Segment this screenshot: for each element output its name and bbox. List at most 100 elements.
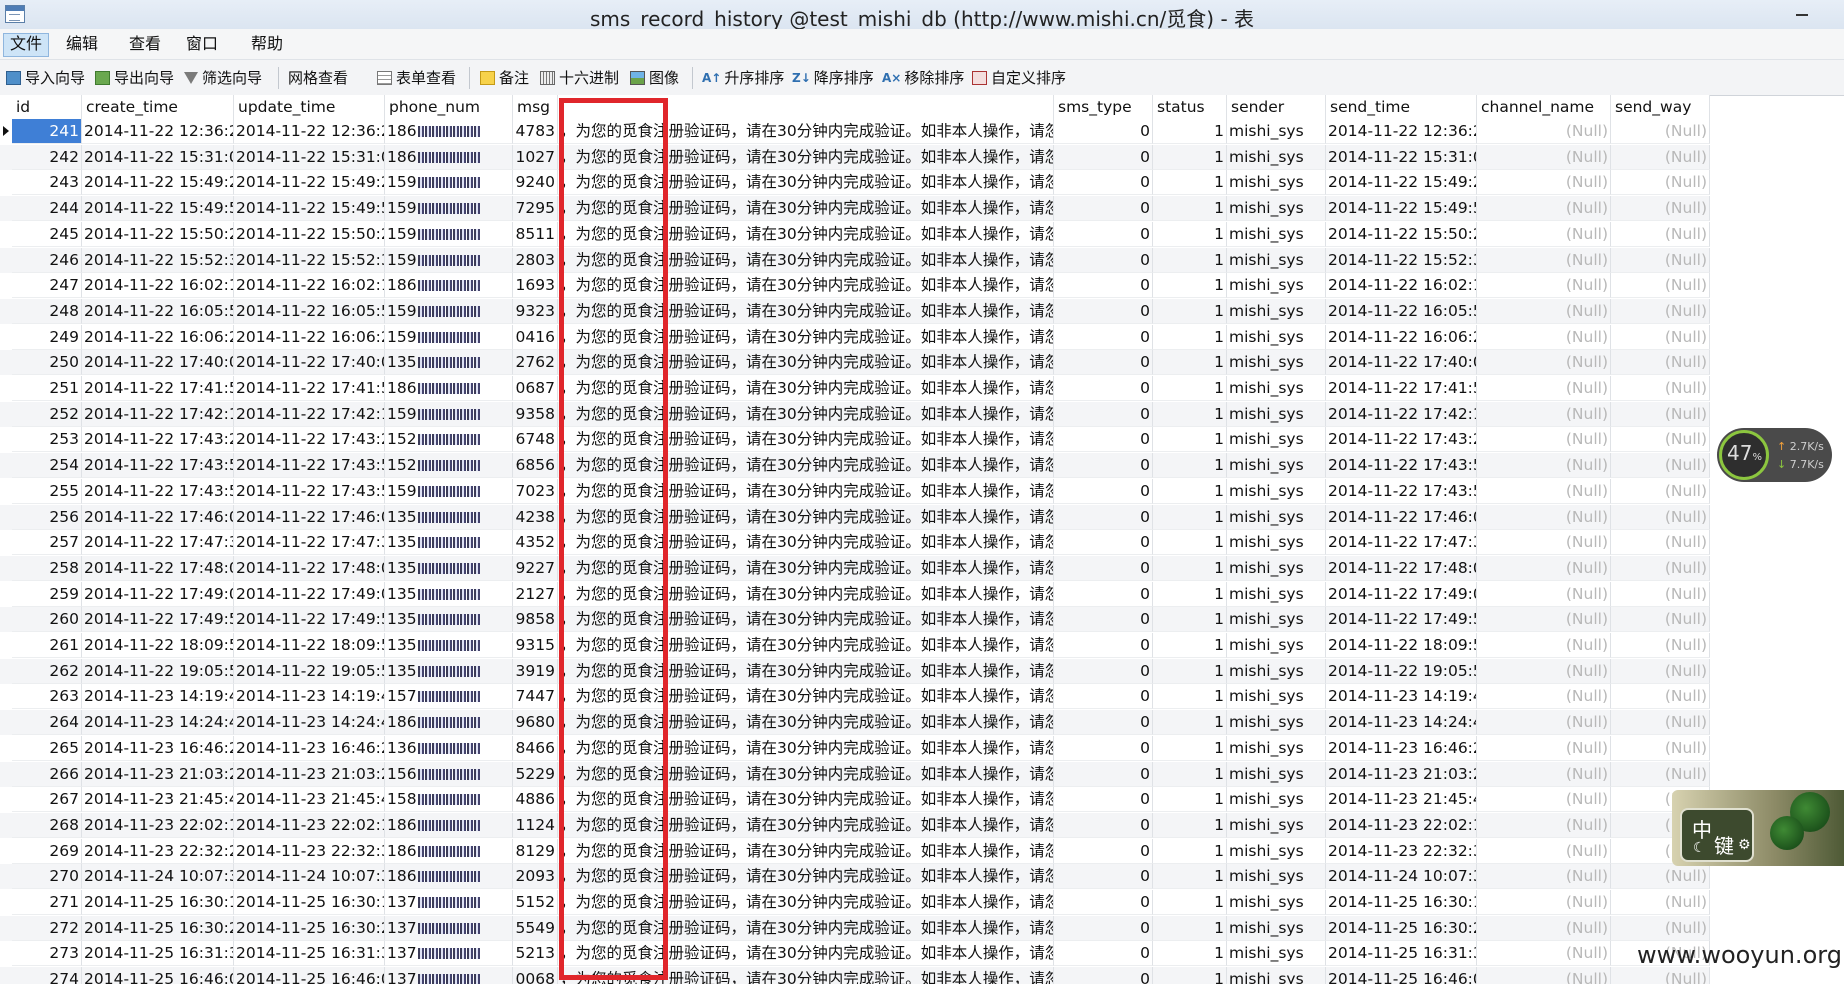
cell-send-time[interactable]: 2014-11-22 17:43:58 [1326, 453, 1477, 479]
cell-send-way[interactable]: (Null) [1611, 761, 1710, 787]
cell-create-time[interactable]: 2014-11-22 17:47:31 [82, 530, 234, 556]
table-row[interactable]: 250 2014-11-22 17:40:07 2014-11-22 17:40:0… [0, 350, 1710, 376]
cell-send-way[interactable]: (Null) [1611, 710, 1710, 736]
cell-send-way[interactable]: (Null) [1611, 144, 1710, 170]
cell-sms-type[interactable]: 0 [1054, 967, 1153, 984]
cell-sender[interactable]: mishi_sys [1227, 787, 1326, 813]
cell-msg-text[interactable]: ，为您的觅食注册验证码，请在30分钟内完成验证。如非本人操作，请忽略 [558, 324, 1054, 350]
cell-id[interactable]: 256 [12, 504, 82, 530]
cell-send-way[interactable]: (Null) [1611, 170, 1710, 196]
cell-channel-name[interactable]: (Null) [1477, 890, 1611, 915]
cell-create-time[interactable]: 2014-11-23 16:46:26 [82, 735, 234, 761]
cell-update-time[interactable]: 2014-11-22 15:49:52 [234, 196, 385, 222]
cell-sms-type[interactable]: 0 [1054, 890, 1153, 915]
cell-send-time[interactable]: 2014-11-22 17:47:31 [1326, 530, 1477, 556]
cell-status[interactable]: 1 [1153, 298, 1227, 324]
cell-sms-type[interactable]: 0 [1054, 787, 1153, 813]
cell-channel-name[interactable]: (Null) [1477, 864, 1611, 890]
cell-msg-text[interactable]: ，为您的觅食注册验证码，请在30分钟内完成验证。如非本人操作，请忽略 [558, 555, 1054, 581]
cell-send-time[interactable]: 2014-11-23 14:24:45 [1326, 710, 1477, 736]
cell-msg-text[interactable]: ，为您的觅食注册验证码，请在30分钟内完成验证。如非本人操作，请忽略 [558, 530, 1054, 556]
cell-msg-text[interactable]: ，为您的觅食注册验证码，请在30分钟内完成验证。如非本人操作，请忽略 [558, 967, 1054, 984]
cell-create-time[interactable]: 2014-11-24 10:07:30 [82, 864, 234, 890]
cell-phone-num[interactable]: 156 [385, 761, 513, 787]
cell-status[interactable]: 1 [1153, 530, 1227, 556]
cell-send-time[interactable]: 2014-11-23 22:32:30 [1326, 838, 1477, 864]
cell-sender[interactable]: mishi_sys [1227, 119, 1326, 144]
cell-msg-text[interactable]: ，为您的觅食注册验证码，请在30分钟内完成验证。如非本人操作，请忽略 [558, 890, 1054, 915]
cell-phone-num[interactable]: 186 [385, 376, 513, 401]
cell-msg-text[interactable]: ，为您的觅食注册验证码，请在30分钟内完成验证。如非本人操作，请忽略 [558, 478, 1054, 504]
row-indicator[interactable] [0, 607, 12, 632]
cell-update-time[interactable]: 2014-11-22 15:31:01 [234, 144, 385, 170]
cell-sms-type[interactable]: 0 [1054, 864, 1153, 890]
row-indicator[interactable] [0, 633, 12, 658]
cell-send-way[interactable]: (Null) [1611, 684, 1710, 710]
image-button[interactable]: 图像 [630, 68, 679, 88]
row-indicator[interactable] [0, 505, 12, 530]
cell-msg-code[interactable]: 7295 [513, 196, 558, 222]
cell-send-way[interactable]: (Null) [1611, 324, 1710, 350]
cell-phone-num[interactable]: 159 [385, 247, 513, 273]
cell-sms-type[interactable]: 0 [1054, 812, 1153, 838]
table-row[interactable]: 252 2014-11-22 17:42:18 2014-11-22 17:42:1… [0, 401, 1710, 427]
cell-status[interactable]: 1 [1153, 658, 1227, 684]
cell-create-time[interactable]: 2014-11-22 17:49:53 [82, 607, 234, 633]
cell-msg-text[interactable]: ，为您的觅食注册验证码，请在30分钟内完成验证。如非本人操作，请忽略 [558, 170, 1054, 196]
cell-update-time[interactable]: 2014-11-22 17:46:04 [234, 504, 385, 530]
cell-send-way[interactable]: (Null) [1611, 221, 1710, 247]
cell-create-time[interactable]: 2014-11-22 16:02:11 [82, 273, 234, 299]
cell-create-time[interactable]: 2014-11-22 17:41:50 [82, 376, 234, 401]
cell-status[interactable]: 1 [1153, 838, 1227, 864]
cell-channel-name[interactable]: (Null) [1477, 607, 1611, 633]
cell-send-time[interactable]: 2014-11-23 14:19:42 [1326, 684, 1477, 710]
cell-sms-type[interactable]: 0 [1054, 170, 1153, 196]
cell-sender[interactable]: mishi_sys [1227, 967, 1326, 984]
cell-channel-name[interactable]: (Null) [1477, 812, 1611, 838]
cell-send-way[interactable]: (Null) [1611, 376, 1710, 401]
cell-send-time[interactable]: 2014-11-25 16:46:07 [1326, 967, 1477, 984]
cell-send-way[interactable]: (Null) [1611, 504, 1710, 530]
cell-id[interactable]: 254 [12, 453, 82, 479]
cell-update-time[interactable]: 2014-11-22 16:02:11 [234, 273, 385, 299]
cell-id[interactable]: 246 [12, 247, 82, 273]
column-header-phone-num[interactable]: phone_num [385, 95, 513, 119]
cell-id[interactable]: 249 [12, 324, 82, 350]
cell-id[interactable]: 274 [12, 967, 82, 984]
cell-msg-code[interactable]: 4783 [513, 119, 558, 144]
cell-msg-text[interactable]: ，为您的觅食注册验证码，请在30分钟内完成验证。如非本人操作，请忽略 [558, 298, 1054, 324]
cell-id[interactable]: 265 [12, 735, 82, 761]
memo-button[interactable]: 备注 [480, 68, 529, 88]
cell-create-time[interactable]: 2014-11-25 16:30:13 [82, 890, 234, 915]
cell-create-time[interactable]: 2014-11-22 17:49:08 [82, 581, 234, 607]
cell-send-time[interactable]: 2014-11-22 15:49:52 [1326, 196, 1477, 222]
cell-msg-code[interactable]: 9315 [513, 633, 558, 658]
cell-sms-type[interactable]: 0 [1054, 247, 1153, 273]
cell-channel-name[interactable]: (Null) [1477, 324, 1611, 350]
cell-msg-code[interactable]: 2093 [513, 864, 558, 890]
sort-descending-button[interactable]: Z↓ 降序排序 [792, 68, 874, 88]
column-header-id[interactable]: id [12, 95, 82, 119]
cell-send-time[interactable]: 2014-11-22 12:36:25 [1326, 119, 1477, 144]
row-indicator[interactable] [0, 119, 12, 144]
cell-status[interactable]: 1 [1153, 427, 1227, 453]
cell-status[interactable]: 1 [1153, 273, 1227, 299]
cell-update-time[interactable]: 2014-11-22 15:52:38 [234, 247, 385, 273]
row-indicator[interactable] [0, 299, 12, 324]
cell-phone-num[interactable]: 137 [385, 915, 513, 941]
cell-create-time[interactable]: 2014-11-23 21:45:48 [82, 787, 234, 813]
cell-send-time[interactable]: 2014-11-23 21:45:48 [1326, 787, 1477, 813]
cell-sms-type[interactable]: 0 [1054, 298, 1153, 324]
cell-msg-text[interactable]: ，为您的觅食注册验证码，请在30分钟内完成验证。如非本人操作，请忽略 [558, 376, 1054, 401]
cell-msg-text[interactable]: ，为您的觅食注册验证码，请在30分钟内完成验证。如非本人操作，请忽略 [558, 735, 1054, 761]
cell-sender[interactable]: mishi_sys [1227, 735, 1326, 761]
cell-phone-num[interactable]: 158 [385, 787, 513, 813]
cell-channel-name[interactable]: (Null) [1477, 144, 1611, 170]
table-row[interactable]: 273 2014-11-25 16:31:34 2014-11-25 16:31:3… [0, 941, 1710, 967]
row-indicator[interactable] [0, 736, 12, 761]
table-row[interactable]: 264 2014-11-23 14:24:45 2014-11-23 14:24:4… [0, 710, 1710, 736]
row-indicator[interactable] [0, 556, 12, 581]
cell-channel-name[interactable]: (Null) [1477, 504, 1611, 530]
table-row[interactable]: 251 2014-11-22 17:41:50 2014-11-22 17:41:5… [0, 376, 1710, 401]
cell-msg-code[interactable]: 7023 [513, 478, 558, 504]
